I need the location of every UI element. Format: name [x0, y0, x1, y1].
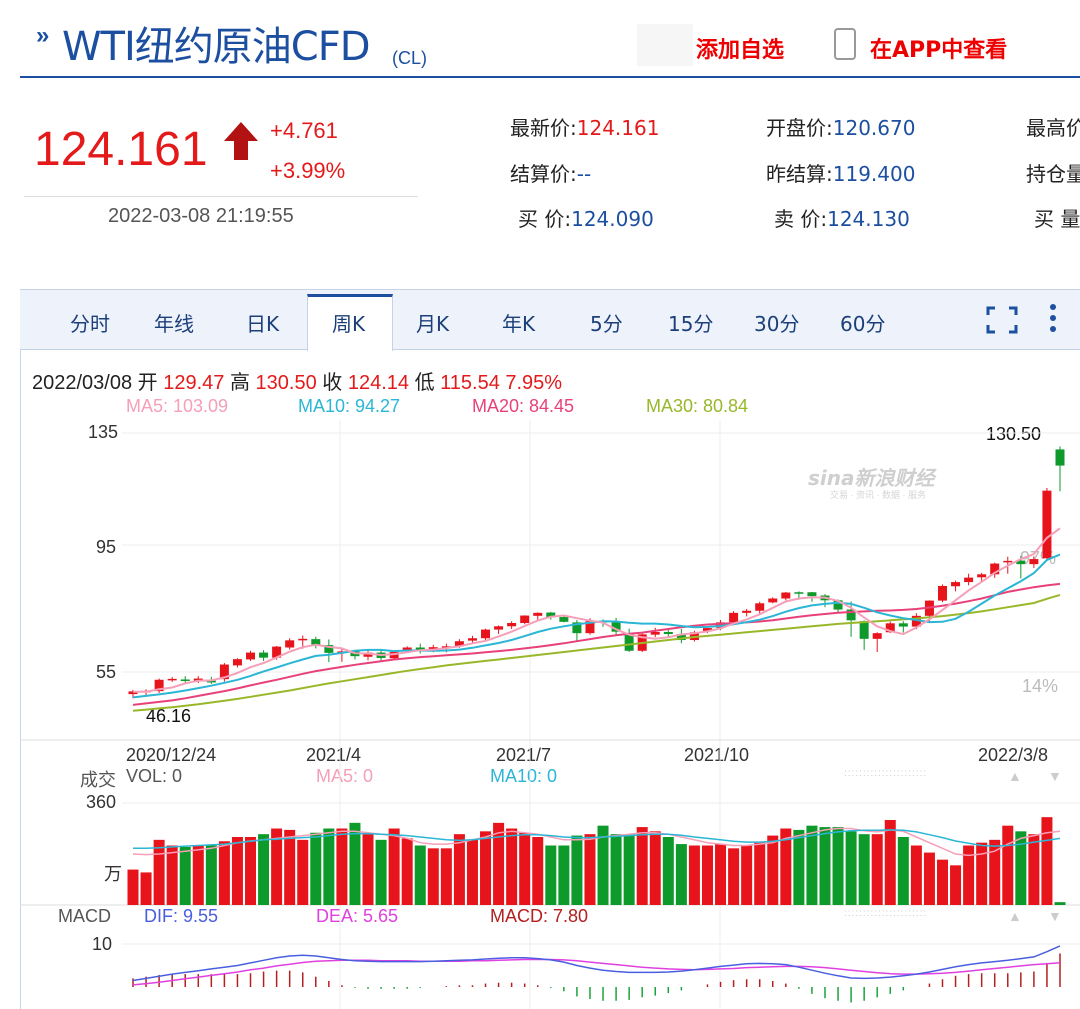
- tab-30min[interactable]: 30分: [754, 308, 799, 337]
- price-axis-tick: 55: [96, 662, 117, 682]
- ma10-legend: MA10: 94.27: [298, 396, 401, 416]
- tab-weekly-k[interactable]: 周K: [332, 308, 365, 337]
- field-open-interest: 持仓量: [1026, 162, 1080, 186]
- field-settle: 结算价:--: [510, 162, 592, 186]
- fullscreen-icon[interactable]: [986, 306, 1018, 334]
- field-ask: 卖 价:124.130: [774, 207, 910, 231]
- field-prev-settle: 昨结算:119.400: [766, 162, 916, 186]
- field-bid-volume: 买 量: [1034, 207, 1080, 231]
- volume-ma10-value: MA10: 0: [490, 766, 558, 786]
- macd-label: MACD: [58, 906, 111, 926]
- tab-daily-k[interactable]: 日K: [246, 308, 279, 337]
- macd-axis-tick: 10: [92, 934, 113, 954]
- last-price: 124.161: [34, 123, 208, 176]
- volume-scroll-handle[interactable]: ::::::::::::::::::::::: [844, 768, 927, 779]
- x-axis-tick: 2020/12/24: [126, 745, 217, 765]
- tab-intraday[interactable]: 分时: [70, 308, 110, 337]
- title-chevron-icon: »: [36, 22, 50, 49]
- tab-yearline[interactable]: 年线: [154, 308, 194, 337]
- macd-dea-value: DEA: 5.65: [316, 906, 399, 926]
- field-high: 最高价: [1026, 116, 1080, 140]
- macd-pane-down-icon[interactable]: ▼: [1048, 908, 1062, 924]
- quote-divider: [24, 196, 418, 197]
- more-vert-icon[interactable]: [1046, 302, 1060, 334]
- field-open: 开盘价:120.670: [766, 116, 916, 140]
- up-arrow-icon: [224, 122, 258, 160]
- x-axis-tick: 2022/3/8: [978, 745, 1049, 765]
- view-in-app-button[interactable]: 在APP中查看: [870, 32, 1007, 64]
- volume-label: 成交: [80, 770, 116, 790]
- add-watchlist-button[interactable]: 添加自选: [696, 32, 784, 64]
- volume-vol-value: VOL: 0: [126, 766, 183, 786]
- quote-time: 2022-03-08 21:19:55: [108, 205, 294, 227]
- bar-info: 2022/03/08 开 129.47 高 130.50 收 124.14 低 …: [32, 372, 563, 394]
- price-change-pct: +3.99%: [270, 158, 346, 183]
- volume-unit: 万: [104, 864, 122, 884]
- x-axis-tick: 2021/10: [684, 745, 750, 765]
- volume-pane-down-icon[interactable]: ▼: [1048, 768, 1062, 784]
- sina-watermark: sina新浪财经: [808, 466, 935, 490]
- macd-scroll-handle[interactable]: ::::::::::::::::::::::: [844, 908, 927, 919]
- pct-axis-tick: 14%: [1022, 676, 1059, 696]
- macd-dif-value: DIF: 9.55: [144, 906, 219, 926]
- price-axis-tick: 95: [96, 537, 117, 557]
- sina-watermark-tagline: 交易 · 资讯 · 数据 · 服务: [830, 490, 926, 500]
- page-title-code: (CL): [392, 48, 427, 68]
- blank-slot: [637, 24, 693, 66]
- ma20-legend: MA20: 84.45: [472, 396, 575, 416]
- volume-pane-up-icon[interactable]: ▲: [1008, 768, 1022, 784]
- tab-monthly-k[interactable]: 月K: [416, 308, 449, 337]
- tab-yearly-k[interactable]: 年K: [502, 308, 535, 337]
- ma30-legend: MA30: 80.84: [646, 396, 749, 416]
- min-price-label: 46.16: [146, 706, 192, 726]
- field-latest: 最新价:124.161: [510, 116, 660, 140]
- price-change: +4.761: [270, 118, 338, 143]
- header-divider: [20, 76, 1080, 78]
- volume-ma5-value: MA5: 0: [316, 766, 374, 786]
- macd-pane-up-icon[interactable]: ▲: [1008, 908, 1022, 924]
- macd-hist-value: MACD: 7.80: [490, 906, 589, 926]
- tab-5min[interactable]: 5分: [590, 308, 623, 337]
- field-bid: 买 价:124.090: [518, 207, 654, 231]
- max-price-label: 130.50: [986, 424, 1042, 444]
- tab-15min[interactable]: 15分: [668, 308, 713, 337]
- pct-axis-tick: 97%: [1020, 548, 1057, 568]
- x-axis-tick: 2021/4: [306, 745, 362, 765]
- price-axis-tick: 135: [88, 422, 119, 442]
- volume-axis-max: 360: [86, 792, 117, 812]
- tab-60min[interactable]: 60分: [840, 308, 885, 337]
- ma5-legend: MA5: 103.09: [126, 396, 229, 416]
- phone-icon: [834, 28, 856, 60]
- page-title: WTI纽约原油CFD: [62, 24, 371, 70]
- x-axis-tick: 2021/7: [496, 745, 552, 765]
